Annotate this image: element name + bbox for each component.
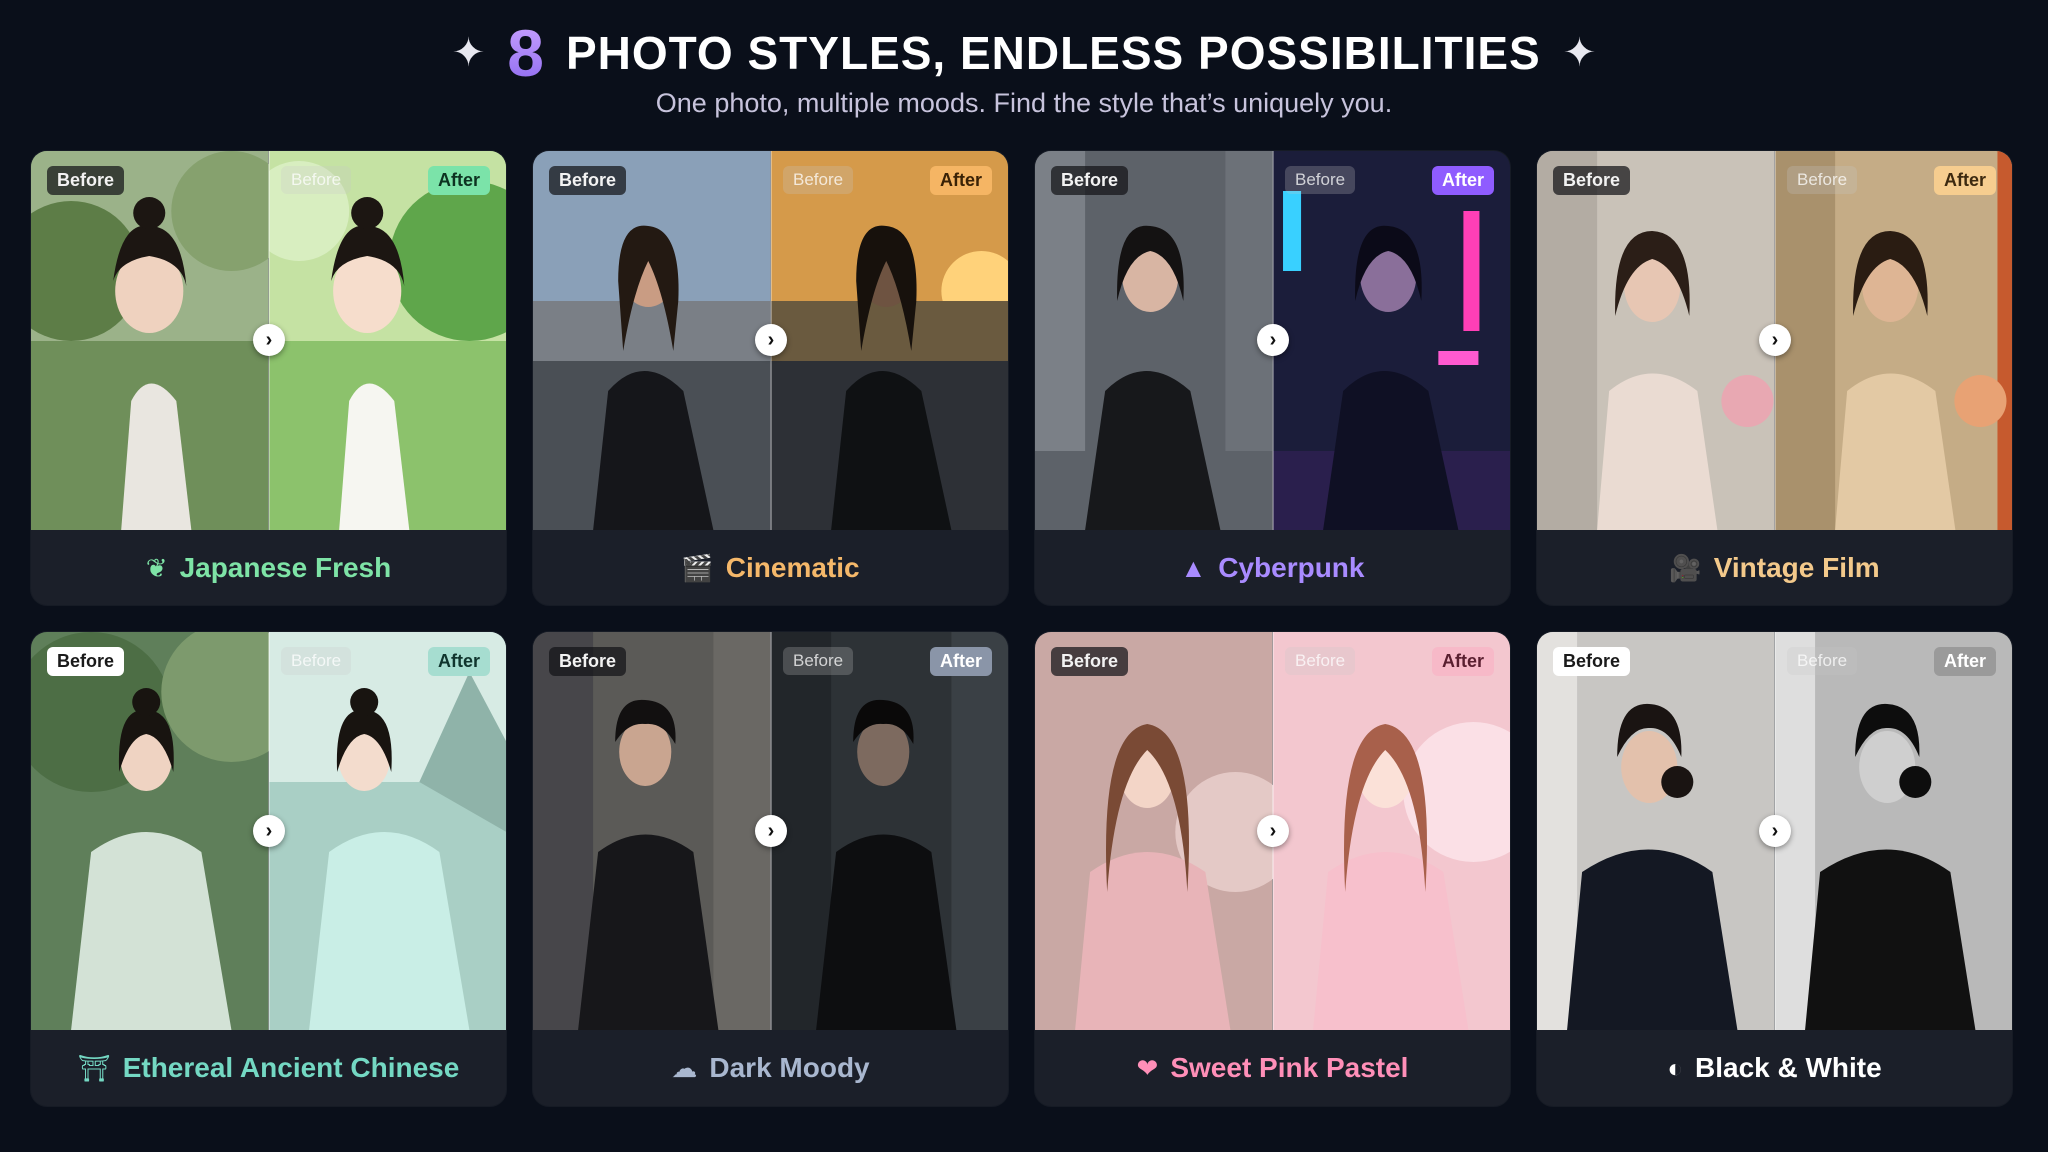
triangle-icon: ▲ xyxy=(1180,552,1207,583)
header: ✦ 8 PHOTO STYLES, ENDLESS POSSIBILITIES … xyxy=(0,0,2048,140)
before-after-photo: Before Before After › xyxy=(31,632,506,1030)
style-card-dark-moody[interactable]: Before Before After › ☁ Dark Moody xyxy=(533,632,1008,1106)
style-card-sweet-pink-pastel[interactable]: Before Before After › ❤ Sweet Pink Paste… xyxy=(1035,632,1510,1106)
chevron-right-icon[interactable]: › xyxy=(1759,324,1791,356)
after-badge: After xyxy=(427,647,490,676)
after-badge: After xyxy=(1431,647,1494,676)
before-image xyxy=(1537,151,1775,530)
ghost-before-badge: Before xyxy=(783,166,854,194)
style-label: Dark Moody xyxy=(709,1052,870,1083)
chevron-right-icon[interactable]: › xyxy=(755,815,787,847)
style-label: Vintage Film xyxy=(1713,551,1880,583)
after-image xyxy=(1272,151,1510,530)
style-label-bar: 🎥 Vintage Film xyxy=(1537,530,2012,605)
clapperboard-icon: 🎬 xyxy=(681,552,714,583)
after-image xyxy=(770,632,1008,1030)
before-badge: Before xyxy=(47,166,125,195)
style-label-bar: ❤ Sweet Pink Pastel xyxy=(1035,1030,1510,1106)
page-subtitle: One photo, multiple moods. Find the styl… xyxy=(655,88,1393,118)
pagoda-icon: ⛩ xyxy=(77,1053,111,1083)
after-badge: After xyxy=(929,647,992,676)
chevron-right-icon[interactable]: › xyxy=(755,324,787,356)
heart-icon: ❤ xyxy=(1136,1053,1159,1083)
before-image xyxy=(31,632,269,1030)
before-image xyxy=(31,151,269,530)
style-card-vintage-film[interactable]: Before Before After › 🎥 Vintage Film xyxy=(1537,151,2012,605)
before-badge: Before xyxy=(549,647,627,676)
before-badge: Before xyxy=(1553,166,1631,195)
before-image xyxy=(1537,632,1775,1030)
before-after-photo: Before Before After › xyxy=(533,151,1008,530)
ghost-before-badge: Before xyxy=(783,647,854,675)
style-label: Black & White xyxy=(1695,1052,1882,1083)
sparkle-icon: ✦ xyxy=(451,31,486,75)
before-after-photo: Before Before After › xyxy=(533,632,1008,1030)
before-after-photo: Before Before After › xyxy=(31,151,506,530)
chevron-right-icon[interactable]: › xyxy=(1257,324,1289,356)
half-circle-icon: ◐ xyxy=(1667,1053,1683,1083)
after-badge: After xyxy=(1933,166,1996,195)
style-label-bar: ◐ Black & White xyxy=(1537,1030,2012,1106)
style-label-bar: 🎬 Cinematic xyxy=(533,530,1008,605)
after-badge: After xyxy=(1431,166,1494,195)
style-card-cinematic[interactable]: Before Before After › 🎬 Cinematic xyxy=(533,151,1008,605)
before-after-photo: Before Before After › xyxy=(1537,151,2012,530)
cloud-rain-icon: ☁ xyxy=(671,1053,698,1083)
page-title: PHOTO STYLES, ENDLESS POSSIBILITIES xyxy=(565,27,1541,79)
style-card-japanese-fresh[interactable]: Before Before After › ❦ Japanese Fresh xyxy=(31,151,506,605)
ghost-before-badge: Before xyxy=(281,166,352,194)
before-badge: Before xyxy=(1051,166,1129,195)
style-card-black-and-white[interactable]: Before Before After › ◐ Black & White xyxy=(1537,632,2012,1106)
after-image xyxy=(1774,632,2012,1030)
ghost-before-badge: Before xyxy=(1787,647,1858,675)
style-label-bar: ❦ Japanese Fresh xyxy=(31,530,506,605)
before-after-photo: Before Before After › xyxy=(1035,151,1510,530)
style-label: Sweet Pink Pastel xyxy=(1170,1052,1409,1083)
after-badge: After xyxy=(929,166,992,195)
before-badge: Before xyxy=(1553,647,1631,676)
style-label-bar: ☁ Dark Moody xyxy=(533,1030,1008,1106)
before-after-photo: Before Before After › xyxy=(1537,632,2012,1030)
title-row: ✦ 8 PHOTO STYLES, ENDLESS POSSIBILITIES … xyxy=(0,20,2048,86)
after-image xyxy=(268,632,506,1030)
style-label: Cinematic xyxy=(725,551,860,583)
after-badge: After xyxy=(427,166,490,195)
style-count: 8 xyxy=(507,16,544,90)
style-card-cyberpunk[interactable]: Before Before After › ▲ Cyberpunk xyxy=(1035,151,1510,605)
chevron-right-icon[interactable]: › xyxy=(1759,815,1791,847)
before-image xyxy=(533,632,771,1030)
style-grid: Before Before After › ❦ Japanese Fresh B… xyxy=(31,151,2014,1106)
style-label-bar: ▲ Cyberpunk xyxy=(1035,530,1510,605)
ghost-before-badge: Before xyxy=(281,647,352,675)
style-label-bar: ⛩ Ethereal Ancient Chinese xyxy=(31,1030,506,1106)
after-image xyxy=(770,151,1008,530)
film-camera-icon: 🎥 xyxy=(1669,552,1702,583)
ghost-before-badge: Before xyxy=(1787,166,1858,194)
before-badge: Before xyxy=(549,166,627,195)
ghost-before-badge: Before xyxy=(1285,647,1356,675)
chevron-right-icon[interactable]: › xyxy=(253,324,285,356)
style-label: Cyberpunk xyxy=(1218,551,1365,583)
before-image xyxy=(1035,632,1273,1030)
before-after-photo: Before Before After › xyxy=(1035,632,1510,1030)
chevron-right-icon[interactable]: › xyxy=(1257,815,1289,847)
ghost-before-badge: Before xyxy=(1285,166,1356,194)
leaf-icon: ❦ xyxy=(145,552,168,583)
after-image xyxy=(268,151,506,530)
sparkle-icon: ✦ xyxy=(1562,31,1597,75)
chevron-right-icon[interactable]: › xyxy=(253,815,285,847)
after-image xyxy=(1272,632,1510,1030)
before-image xyxy=(533,151,771,530)
before-image xyxy=(1035,151,1273,530)
after-badge: After xyxy=(1933,647,1996,676)
style-label: Ethereal Ancient Chinese xyxy=(122,1052,460,1083)
before-badge: Before xyxy=(47,647,125,676)
style-label: Japanese Fresh xyxy=(179,551,392,583)
before-badge: Before xyxy=(1051,647,1129,676)
style-card-ethereal-ancient-chinese[interactable]: Before Before After › ⛩ Ethereal Ancient… xyxy=(31,632,506,1106)
after-image xyxy=(1774,151,2012,530)
